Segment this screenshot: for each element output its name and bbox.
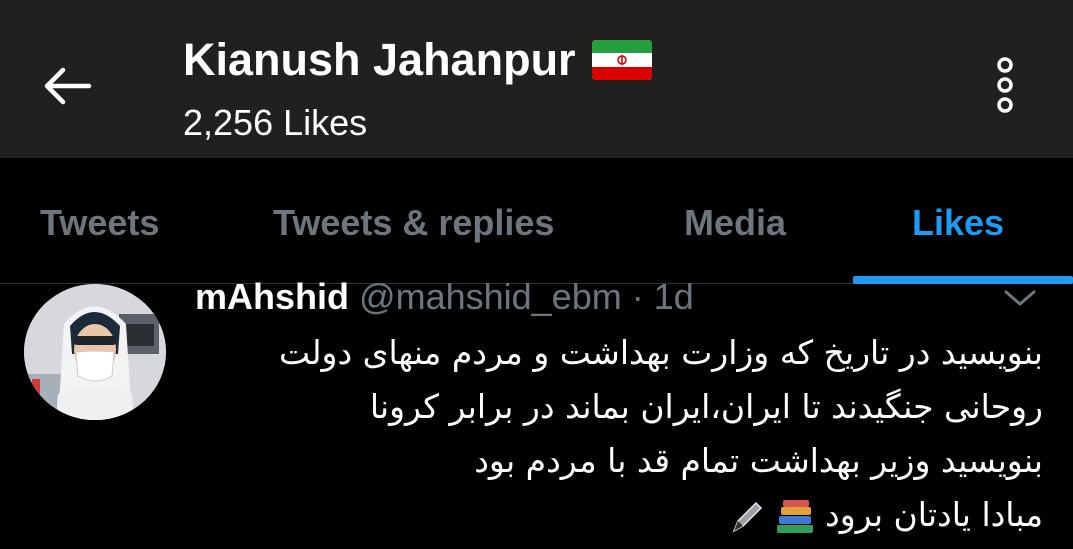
tweet-line: بنویسید وزیر بهداشت تمام قد با مردم بود [474, 441, 1043, 480]
iran-flag-icon [591, 40, 652, 80]
tweet-line: روحانی جنگیدند تا ایران،ایران بماند در ب… [369, 387, 1043, 426]
tweet-line: بنویسید در تاریخ که وزارت بهداشت و مردم … [279, 333, 1043, 372]
profile-name: Kianush Jahanpur [183, 34, 652, 86]
avatar[interactable] [24, 284, 166, 420]
profile-tabs: Tweets Tweets & replies Media Likes [0, 158, 1073, 284]
tweet-header: mAhshid @mahshid_ebm · 1d [195, 276, 694, 318]
tab-tweets[interactable]: Tweets [40, 202, 159, 244]
likes-count: 2,256 Likes [183, 102, 368, 143]
tab-media[interactable]: Media [684, 202, 786, 244]
tab-tweets-and-replies[interactable]: Tweets & replies [273, 202, 554, 244]
active-tab-indicator [853, 276, 1073, 284]
profile-name-text: Kianush Jahanpur [183, 34, 576, 85]
back-button[interactable] [38, 56, 98, 116]
pen-icon [732, 501, 763, 533]
arrow-left-icon [44, 67, 92, 105]
tweet-line: مبادا یادتان برود [825, 495, 1043, 534]
books-icon [776, 499, 813, 533]
tweet-card[interactable]: mAhshid @mahshid_ebm · 1d بنویسید در تار… [0, 276, 1073, 549]
more-vertical-icon [997, 57, 1013, 113]
chevron-down-icon[interactable] [1000, 286, 1040, 310]
tab-likes[interactable]: Likes [912, 202, 1004, 244]
tweet-time[interactable]: 1d [654, 276, 694, 317]
profile-header: Kianush Jahanpur 2,256 Likes [0, 0, 1073, 158]
author-name[interactable]: mAhshid [195, 276, 349, 317]
meta-separator: · [631, 276, 644, 317]
more-options-button[interactable] [985, 55, 1025, 115]
author-handle[interactable]: @mahshid_ebm [359, 276, 622, 317]
tweet-text: بنویسید در تاریخ که وزارت بهداشت و مردم … [195, 326, 1043, 542]
tweet-line-last: مبادا یادتان برود [195, 488, 1043, 542]
